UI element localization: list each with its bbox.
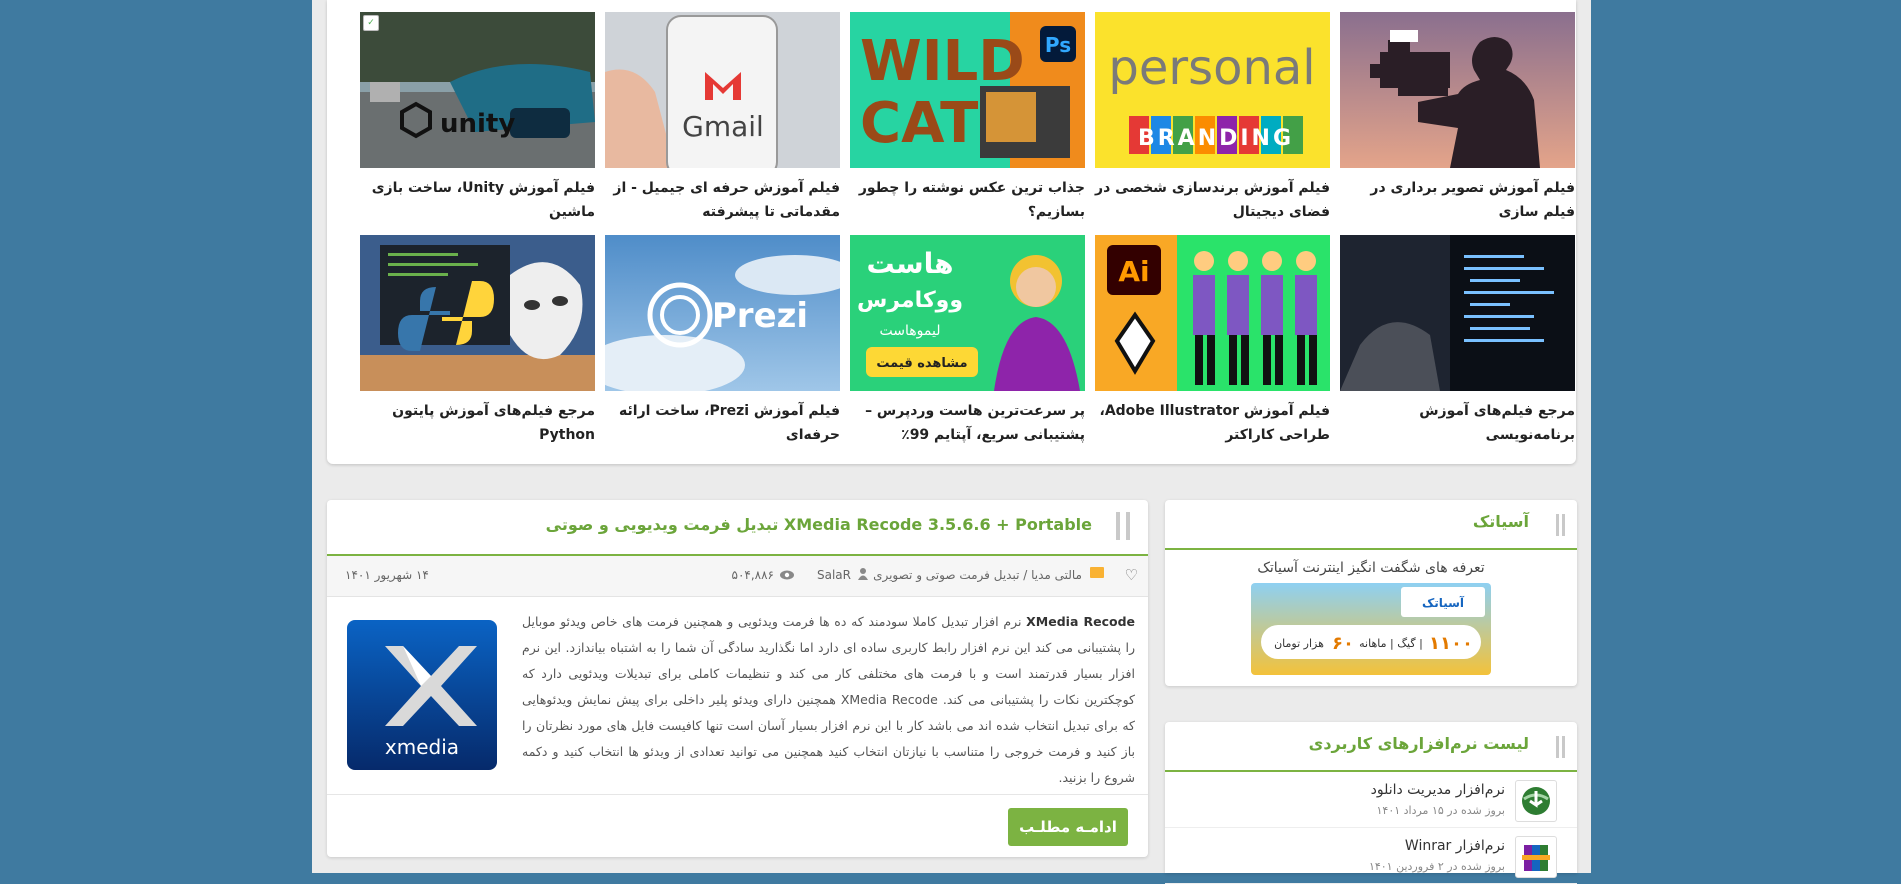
post-meta: ♡ مالتی مدیا / تبدیل فرمت صوتی و تصویری …: [327, 556, 1148, 597]
gallery-caption[interactable]: فیلم آموزش حرفه ای جیمیل - از مقدماتی تا…: [605, 176, 840, 224]
post-category[interactable]: مالتی مدیا / تبدیل فرمت صوتی و تصویری: [873, 568, 1082, 582]
gallery-caption[interactable]: فیلم آموزش برندسازی شخصی در فضای دیجیتال: [1095, 176, 1330, 224]
svg-text:۶۰: ۶۰: [1332, 633, 1354, 654]
gallery-item[interactable]: personal BRANDING فیلم آموزش برندسازی شخ…: [1095, 12, 1330, 224]
xmedia-logo[interactable]: xmedia: [347, 620, 497, 770]
post-header: XMedia Recode 3.5.6.6 + Portable تبدیل ف…: [327, 500, 1148, 556]
prezi-sky-image[interactable]: Prezi: [605, 235, 840, 391]
header-bars-icon: [1116, 512, 1130, 540]
svg-text:گیگ | ماهانه |: گیگ | ماهانه |: [1359, 637, 1423, 650]
gallery-caption[interactable]: مرجع فیلم‌های آموزش پایتون Python: [360, 399, 595, 447]
programming-screen-image[interactable]: [1340, 235, 1575, 391]
page-container: فیلم آموزش تصویر برداری در فیلم سازی per…: [312, 0, 1591, 884]
header-bars-icon: [1556, 514, 1565, 536]
gallery-item[interactable]: مرجع فیلم‌های آموزش پایتون Python: [360, 235, 595, 447]
heart-icon[interactable]: ♡: [1125, 566, 1138, 584]
widget-title: آسیاتک: [1472, 512, 1529, 531]
header-bars-icon: [1556, 736, 1565, 758]
app-date: بروز شده در ۲ فروردین ۱۴۰۱: [1368, 860, 1505, 873]
gallery-caption[interactable]: مرجع فیلم‌های آموزش برنامه‌نویسی: [1340, 399, 1575, 447]
asiatech-subtitle[interactable]: تعرفه های شگفت انگیز اینترنت آسیاتک: [1165, 560, 1577, 576]
post-title[interactable]: XMedia Recode 3.5.6.6 + Portable تبدیل ف…: [546, 515, 1092, 534]
svg-text:آسیاتک: آسیاتک: [1422, 595, 1465, 610]
post-author[interactable]: SalaR: [817, 568, 851, 582]
app-name[interactable]: نرم‌افزار مدیریت دانلود: [1371, 782, 1505, 798]
svg-text:Gmail: Gmail: [682, 110, 764, 143]
post-excerpt-bold: XMedia Recode: [1026, 614, 1135, 629]
post-date: ۱۴ شهریور ۱۴۰۱: [345, 568, 429, 582]
app-name[interactable]: نرم‌افزار Winrar: [1405, 838, 1505, 854]
svg-text:هزار تومان: هزار تومان: [1274, 637, 1324, 650]
gallery-caption[interactable]: فیلم آموزش Unity، ساخت بازی ماشین: [360, 176, 595, 224]
gallery-item[interactable]: هاست ووکامرس لیموهاست مشاهده قیمت پر سرع…: [850, 235, 1085, 447]
gallery-caption[interactable]: فیلم آموزش Prezi، ساخت ارائه حرفه‌ای: [605, 399, 840, 447]
gallery-item[interactable]: unity ✓ فیلم آموزش Unity، ساخت بازی ماشی…: [360, 12, 595, 224]
gallery-item[interactable]: Gmail فیلم آموزش حرفه ای جیمیل - از مقدم…: [605, 12, 840, 224]
camera-operator-image[interactable]: [1340, 12, 1575, 168]
svg-text:xmedia: xmedia: [385, 735, 459, 759]
gmail-phone-image[interactable]: Gmail: [605, 12, 840, 168]
svg-text:Ps: Ps: [1045, 33, 1071, 57]
python-mask-image[interactable]: [360, 235, 595, 391]
read-more-button[interactable]: ادامـه مطلـب: [1008, 808, 1128, 846]
post-excerpt-text: نرم افزار تبدیل کاملا سودمند که ده ها فر…: [522, 614, 1135, 785]
winrar-books-icon[interactable]: [1515, 836, 1557, 878]
apps-widget: لیست نرم‌افزارهای کاربردی نرم‌افزار مدیر…: [1165, 722, 1577, 884]
svg-text:Ai: Ai: [1118, 255, 1149, 288]
svg-text:BRANDING: BRANDING: [1138, 126, 1294, 151]
svg-text:WILD: WILD: [860, 29, 1025, 94]
folder-icon: [1090, 567, 1104, 578]
gallery-item[interactable]: Prezi فیلم آموزش Prezi، ساخت ارائه حرفه‌…: [605, 235, 840, 447]
unity-car-image[interactable]: unity ✓: [360, 12, 595, 168]
list-item[interactable]: نرم‌افزار Winrar بروز شده در ۲ فروردین ۱…: [1165, 828, 1577, 884]
post-card: XMedia Recode 3.5.6.6 + Portable تبدیل ف…: [327, 500, 1148, 857]
widget-header: آسیاتک: [1165, 500, 1577, 550]
wildcat-photoshop-image[interactable]: WILD CAT Ps: [850, 12, 1085, 168]
user-icon: [858, 568, 868, 580]
gallery-caption[interactable]: فیلم آموزش تصویر برداری در فیلم سازی: [1340, 176, 1575, 224]
gallery-item[interactable]: مرجع فیلم‌های آموزش برنامه‌نویسی: [1340, 235, 1575, 447]
svg-text:personal: personal: [1108, 40, 1315, 96]
post-footer-divider: [327, 794, 1148, 795]
woocommerce-host-ad-image[interactable]: هاست ووکامرس لیموهاست مشاهده قیمت: [850, 235, 1085, 391]
ad-badge-icon[interactable]: ✓: [363, 15, 379, 31]
illustrator-character-image[interactable]: Ai: [1095, 235, 1330, 391]
featured-gallery: فیلم آموزش تصویر برداری در فیلم سازی per…: [327, 0, 1576, 464]
svg-text:هاست: هاست: [866, 247, 953, 280]
gallery-caption[interactable]: جذاب ترین عکس نوشته را چطور بسازیم؟: [850, 176, 1085, 224]
svg-text:unity: unity: [440, 109, 515, 139]
gallery-item[interactable]: فیلم آموزش تصویر برداری در فیلم سازی: [1340, 12, 1575, 224]
asiatech-widget: آسیاتک تعرفه های شگفت انگیز اینترنت آسیا…: [1165, 500, 1577, 686]
svg-text:لیموهاست: لیموهاست: [880, 323, 941, 339]
app-date: بروز شده در ۱۵ مرداد ۱۴۰۱: [1376, 804, 1506, 817]
widget-title: لیست نرم‌افزارهای کاربردی: [1308, 734, 1529, 753]
svg-text:CAT: CAT: [860, 91, 978, 156]
svg-text:۱۱۰۰: ۱۱۰۰: [1429, 633, 1473, 654]
post-excerpt: XMedia Recode نرم افزار تبدیل کاملا سودم…: [522, 609, 1135, 791]
gallery-caption[interactable]: پر سرعت‌ترین هاست وردپرس – پشتیبانی سریع…: [850, 399, 1085, 447]
svg-text:مشاهده قیمت: مشاهده قیمت: [876, 356, 967, 371]
list-item[interactable]: نرم‌افزار مدیریت دانلود بروز شده در ۱۵ م…: [1165, 772, 1577, 828]
post-views: ۵۰۴,۸۸۶: [731, 568, 775, 582]
gallery-item[interactable]: Ai فیلم آموزش Adobe Illustrator، طراحی ک…: [1095, 235, 1330, 447]
svg-text:Prezi: Prezi: [712, 296, 808, 336]
asiatech-banner[interactable]: آسیاتک ۱۱۰۰ گیگ | ماهانه | ۶۰ هزار تومان: [1251, 583, 1491, 675]
gallery-item[interactable]: WILD CAT Ps جذاب ترین عکس نوشته را چطور …: [850, 12, 1085, 224]
personal-branding-image[interactable]: personal BRANDING: [1095, 12, 1330, 168]
eye-icon: [780, 569, 794, 580]
widget-header: لیست نرم‌افزارهای کاربردی: [1165, 722, 1577, 772]
svg-text:ووکامرس: ووکامرس: [857, 288, 963, 313]
idm-globe-icon[interactable]: [1515, 780, 1557, 822]
gallery-caption[interactable]: فیلم آموزش Adobe Illustrator، طراحی کارا…: [1095, 399, 1330, 447]
